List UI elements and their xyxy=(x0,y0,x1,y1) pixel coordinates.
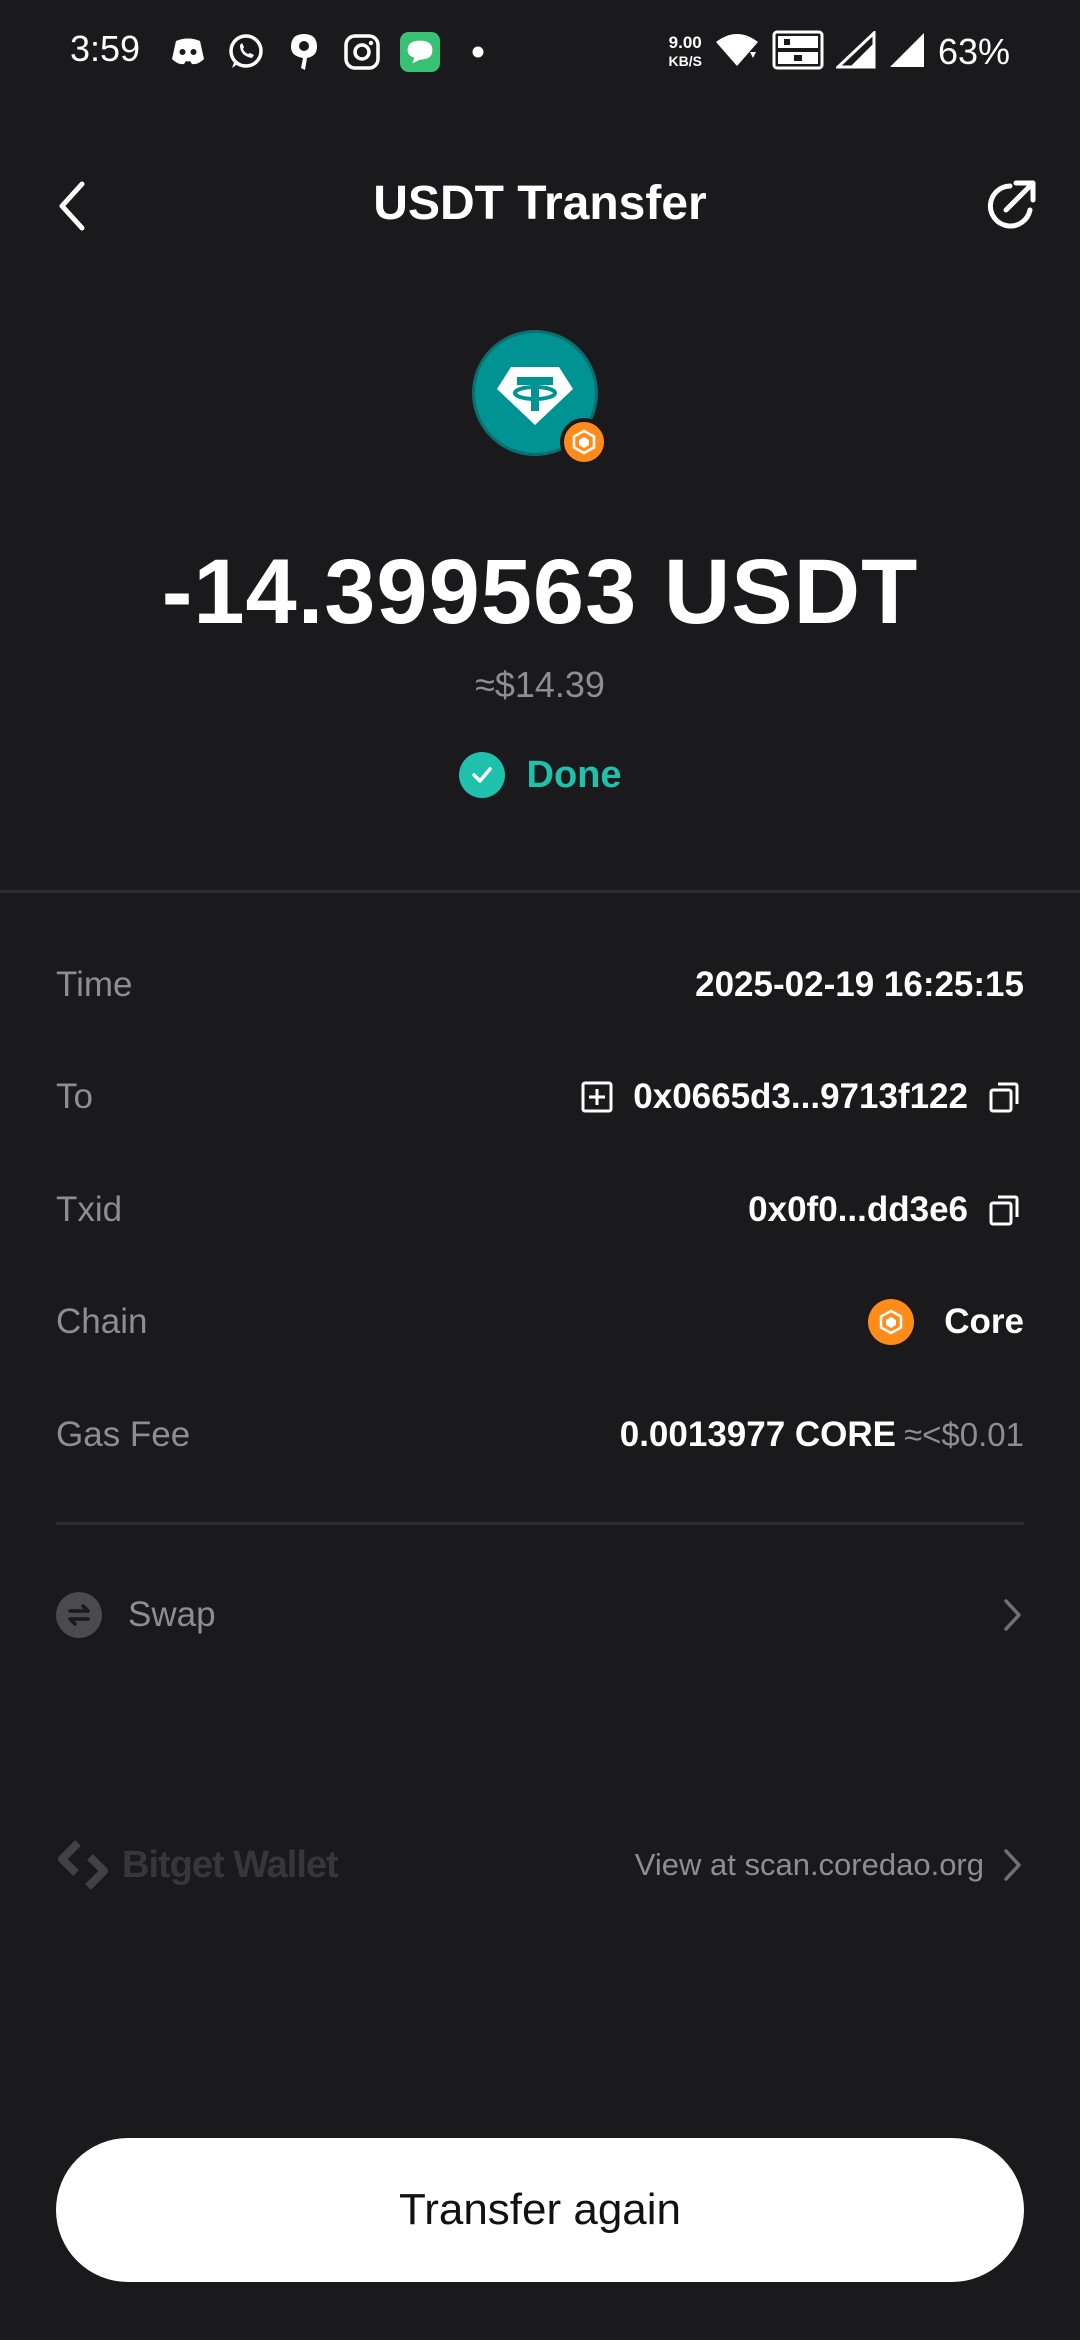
volte-lte-icon xyxy=(772,30,824,75)
detail-row-txid: Txid 0x0f0...dd3e6 xyxy=(56,1180,1024,1240)
to-label: To xyxy=(56,1077,93,1116)
network-speed: 9.00 KB/S xyxy=(668,34,701,70)
status-bar: 3:59 9.00 KB/S 63% xyxy=(0,0,1080,104)
status-notification-icons xyxy=(168,28,498,76)
discord-icon xyxy=(168,32,208,72)
gas-fee-value: 0.0013977 CORE xyxy=(619,1415,897,1454)
footer-row: Bitget Wallet View at scan.coredao.org xyxy=(56,1834,1024,1896)
whatsapp-icon xyxy=(226,32,266,72)
messages-app-icon xyxy=(400,32,440,72)
token-logo xyxy=(472,330,608,466)
copy-txid-icon[interactable] xyxy=(984,1190,1024,1230)
snapchat-style-icon xyxy=(284,32,324,72)
share-button[interactable] xyxy=(978,172,1046,240)
core-chain-badge-icon xyxy=(560,418,608,466)
more-notifications-dot-icon xyxy=(458,32,498,72)
instagram-icon xyxy=(342,32,382,72)
chain-label: Chain xyxy=(56,1302,148,1341)
check-circle-icon xyxy=(458,752,505,798)
add-address-icon[interactable] xyxy=(577,1077,617,1117)
txid-label: Txid xyxy=(56,1190,123,1229)
bitget-wallet-brand: Bitget Wallet xyxy=(56,1837,339,1893)
to-address: 0x0665d3...9713f122 xyxy=(633,1077,968,1116)
details-divider xyxy=(56,1522,1024,1525)
swap-row[interactable]: Swap xyxy=(56,1586,1024,1644)
share-external-icon xyxy=(987,180,1036,229)
signal-icon xyxy=(888,31,926,74)
gas-fee-usd: ≈<$0.01 xyxy=(904,1416,1024,1453)
status-time: 3:59 xyxy=(70,28,141,69)
swap-icon xyxy=(56,1592,102,1638)
chevron-right-icon xyxy=(1004,1599,1021,1631)
chain-value: Core xyxy=(944,1302,1024,1341)
to-value-group: 0x0665d3...9713f122 xyxy=(577,1077,1024,1117)
transfer-status: Done xyxy=(0,752,1080,798)
detail-row-time: Time 2025-02-19 16:25:15 xyxy=(56,955,1024,1015)
detail-row-chain: Chain Core xyxy=(56,1292,1024,1352)
page-title: USDT Transfer xyxy=(373,177,707,230)
signal-roaming-icon xyxy=(834,29,876,74)
gas-fee-value-group: 0.0013977 CORE ≈<$0.01 xyxy=(620,1415,1024,1455)
chain-value-group: Core xyxy=(868,1299,1024,1345)
bitget-logo-icon xyxy=(58,1840,108,1890)
view-on-explorer-link[interactable]: View at scan.coredao.org xyxy=(635,1847,1024,1883)
status-text: Done xyxy=(526,753,622,796)
scan-link-label: View at scan.coredao.org xyxy=(634,1847,984,1882)
transfer-amount: -14.399563 USDT xyxy=(161,541,919,643)
transfer-amount-usd: ≈$14.39 xyxy=(475,664,605,705)
time-value: 2025-02-19 16:25:15 xyxy=(695,965,1024,1004)
txid-value: 0x0f0...dd3e6 xyxy=(748,1190,968,1229)
brand-name: Bitget Wallet xyxy=(122,1843,339,1886)
time-label: Time xyxy=(56,965,133,1004)
gas-fee-label: Gas Fee xyxy=(56,1415,191,1454)
detail-row-to: To 0x0665d3...9713f122 xyxy=(56,1067,1024,1127)
app-header: USDT Transfer xyxy=(0,150,1080,262)
status-system-icons: 9.00 KB/S 63% xyxy=(668,28,1010,76)
wifi-icon xyxy=(714,32,760,73)
network-speed-value: 9.00 xyxy=(668,33,702,52)
copy-address-icon[interactable] xyxy=(984,1077,1024,1117)
swap-label: Swap xyxy=(128,1595,216,1634)
section-divider xyxy=(0,890,1080,893)
core-coin-icon xyxy=(868,1299,915,1345)
detail-row-gas-fee: Gas Fee 0.0013977 CORE ≈<$0.01 xyxy=(56,1405,1024,1465)
chevron-right-icon xyxy=(1004,1849,1021,1881)
battery-percentage: 63% xyxy=(937,31,1010,72)
transfer-again-button[interactable]: Transfer again xyxy=(56,2138,1024,2282)
network-speed-unit: KB/S xyxy=(668,53,702,69)
transfer-detail-screen: 3:59 9.00 KB/S 63% USDT Transfer -14.399… xyxy=(0,0,1080,2340)
txid-value-group: 0x0f0...dd3e6 xyxy=(748,1190,1024,1230)
